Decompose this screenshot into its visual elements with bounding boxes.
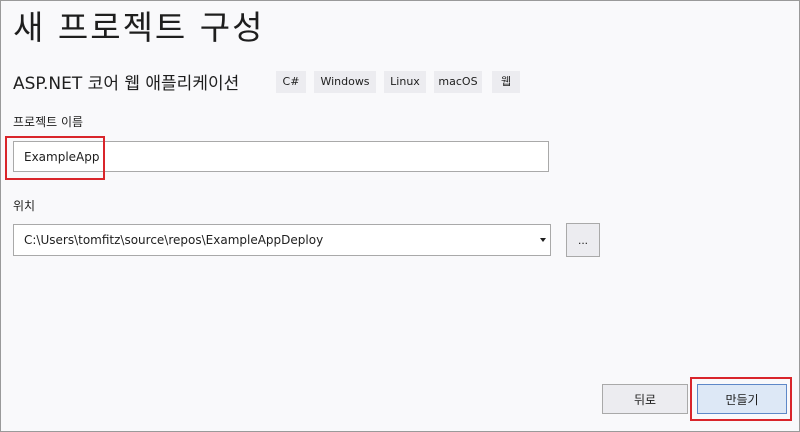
browse-button[interactable]: ... xyxy=(566,223,600,257)
tag-macos: macOS xyxy=(434,71,482,93)
tag-linux: Linux xyxy=(384,71,426,93)
chevron-down-icon[interactable] xyxy=(540,238,546,242)
location-combobox[interactable]: C:\Users\tomfitz\source\repos\ExampleApp… xyxy=(13,224,551,256)
template-name: ASP.NET 코어 웹 애플리케이션 xyxy=(13,74,240,94)
tag-web: 웹 xyxy=(492,71,520,93)
create-button[interactable]: 만들기 xyxy=(697,384,787,414)
project-name-label: 프로젝트 이름 xyxy=(13,115,84,129)
location-value: C:\Users\tomfitz\source\repos\ExampleApp… xyxy=(24,233,324,247)
project-name-input[interactable] xyxy=(13,141,549,172)
back-button[interactable]: 뒤로 xyxy=(602,384,688,414)
page-title: 새 프로젝트 구성 xyxy=(13,8,265,47)
location-label: 위치 xyxy=(13,199,36,213)
configure-project-dialog: 새 프로젝트 구성 ASP.NET 코어 웹 애플리케이션 C# Windows… xyxy=(0,0,800,432)
tag-csharp: C# xyxy=(276,71,306,93)
tag-windows: Windows xyxy=(314,71,376,93)
